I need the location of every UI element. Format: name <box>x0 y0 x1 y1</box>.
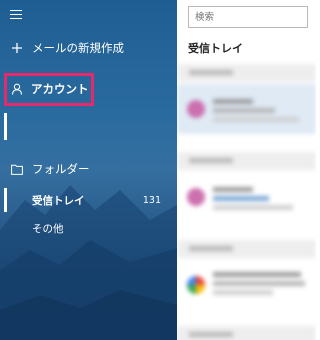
folders-label: フォルダー <box>32 162 90 176</box>
person-icon <box>10 82 24 96</box>
hamburger-menu-icon[interactable] <box>10 6 26 22</box>
plus-icon <box>10 41 24 55</box>
folders-button[interactable]: フォルダー <box>0 160 177 178</box>
folder-item-other[interactable]: その他 <box>0 218 177 238</box>
account-button[interactable]: アカウント <box>0 80 177 98</box>
message-row[interactable] <box>177 260 316 310</box>
new-mail-button[interactable]: メールの新規作成 <box>0 39 177 57</box>
new-mail-label: メールの新規作成 <box>32 41 124 55</box>
folder-item-inbox[interactable]: 受信トレイ 131 <box>0 190 177 210</box>
date-group-header <box>177 240 316 258</box>
sender-avatar <box>187 276 205 294</box>
sender-avatar <box>187 100 205 118</box>
message-row[interactable] <box>177 84 316 134</box>
folder-icon <box>10 162 24 176</box>
message-list-title: 受信トレイ <box>188 42 243 55</box>
sender-avatar <box>187 188 205 206</box>
message-row[interactable] <box>177 172 316 222</box>
date-group-header <box>177 326 316 340</box>
date-group-header <box>177 64 316 82</box>
message-list-pane: 受信トレイ <box>177 0 316 340</box>
other-folder-label: その他 <box>32 222 64 235</box>
account-label: アカウント <box>31 82 89 96</box>
sidebar: メールの新規作成 アカウント フォルダー 受信トレイ 131 その他 <box>0 0 177 340</box>
search-input[interactable] <box>188 6 308 28</box>
account-selection-indicator <box>4 113 7 140</box>
date-group-header <box>177 152 316 170</box>
blurred-message-list <box>177 58 316 340</box>
inbox-folder-label: 受信トレイ <box>32 194 85 207</box>
inbox-unread-count: 131 <box>142 194 161 206</box>
